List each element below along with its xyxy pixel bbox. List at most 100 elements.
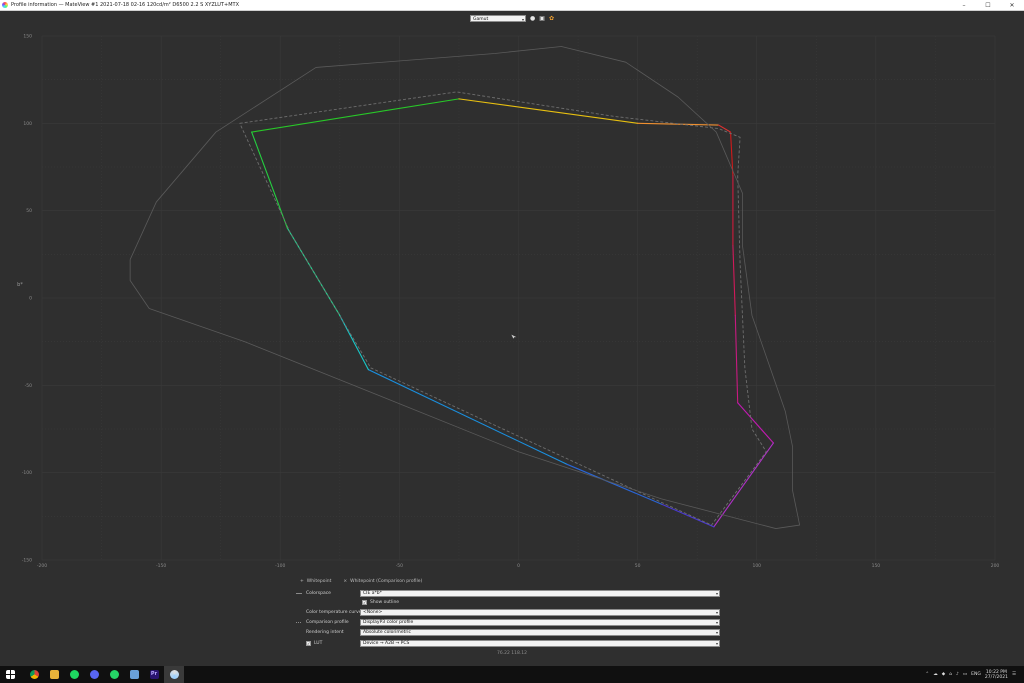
clock-date: 27/7/2021	[984, 674, 1008, 680]
gamut-segment	[713, 442, 774, 528]
colorspace-row: Colorspace	[296, 590, 331, 597]
whitepoint-legend: + Whitepoint × Whitepoint (Comparison pr…	[300, 579, 422, 584]
show-outline-row: ✓ Show outline	[362, 599, 399, 606]
color-temp-select[interactable]: <None> ▾	[360, 609, 720, 616]
start-button[interactable]	[0, 666, 20, 683]
gamut-segment	[565, 463, 663, 505]
maximize-button[interactable]: ☐	[976, 0, 1000, 10]
chevron-up-icon[interactable]: ⌃	[925, 672, 929, 677]
notifications-icon[interactable]: ☰	[1012, 672, 1016, 677]
language-indicator[interactable]: ENG	[971, 672, 981, 677]
color-temp-value: <None>	[363, 610, 383, 615]
toolbar: Gamut ▾ ● ▣ ✿	[0, 10, 1024, 26]
volume-icon[interactable]: ♪	[956, 672, 959, 677]
chevron-down-icon: ▾	[715, 591, 718, 596]
network-icon[interactable]: ⌂	[949, 672, 952, 677]
options-icon[interactable]: ✿	[549, 15, 554, 22]
battery-icon[interactable]: ▭	[963, 672, 967, 677]
lut-select[interactable]: Device → A2B → PCS ▾	[360, 640, 720, 647]
comparison-gamut-outline	[239, 91, 767, 526]
lut-checkbox[interactable]: ✓	[306, 641, 311, 646]
x-tick-label: 0	[517, 563, 520, 569]
save-image-icon[interactable]: ▣	[539, 15, 545, 22]
rendering-row: Rendering intent	[296, 629, 344, 636]
minimize-button[interactable]: –	[952, 0, 976, 10]
gamut-segment	[732, 245, 736, 317]
gamut-segment	[737, 402, 774, 444]
chevron-down-icon: ▾	[715, 610, 718, 615]
plot-type-select[interactable]: Gamut ▾	[470, 14, 527, 22]
plot-curves	[129, 46, 801, 529]
taskbar-explorer[interactable]	[44, 666, 64, 683]
app-icon	[2, 2, 8, 8]
clock[interactable]: 10:22 PM 27/7/2021	[985, 670, 1008, 680]
y-tick-label: -50	[25, 383, 32, 389]
chevron-down-icon: ▾	[522, 16, 525, 22]
gamut-segment	[660, 503, 715, 528]
window-title: Profile information — MateView #1 2021-0…	[11, 2, 239, 8]
file-explorer-icon	[49, 670, 59, 679]
plus-marker-icon: +	[300, 579, 304, 584]
displaycal-icon	[169, 670, 179, 679]
close-button[interactable]: ✕	[1000, 0, 1024, 10]
whitepoint-comparison-label: Whitepoint (Comparison profile)	[350, 579, 423, 584]
gamut-segment	[339, 314, 369, 371]
plot-type-value: Gamut	[473, 16, 489, 22]
y-tick-label: -100	[22, 470, 32, 476]
spotify-icon	[69, 670, 79, 679]
y-tick-label: 100	[23, 121, 32, 127]
y-tick-label: 50	[26, 208, 32, 214]
gamut-segment	[251, 131, 288, 229]
onedrive-icon[interactable]: ☁	[933, 672, 938, 677]
chevron-down-icon: ▾	[715, 630, 718, 635]
rendering-value: Absolute colorimetric	[363, 630, 411, 635]
clock-time: 10:22 PM	[985, 669, 1007, 675]
taskbar-notepad[interactable]	[124, 666, 144, 683]
taskbar-premiere[interactable]: Pr	[144, 666, 164, 683]
window-controls: – ☐ ✕	[952, 0, 1024, 10]
taskbar-spotify[interactable]	[64, 666, 84, 683]
x-tick-label: 200	[991, 563, 1000, 569]
system-tray: ⌃ ☁ ◆ ⌂ ♪ ▭ ENG 10:22 PM 27/7/2021 ☰	[925, 666, 1024, 683]
mouse-cursor-icon	[511, 334, 517, 339]
lut-row: ✓ LUT	[306, 640, 322, 647]
cross-marker-icon: ×	[343, 579, 348, 584]
taskbar-displaycal[interactable]	[164, 666, 184, 683]
comparison-label: Comparison profile	[306, 620, 349, 625]
x-tick-label: 150	[872, 563, 881, 569]
x-tick-label: 50	[635, 563, 641, 569]
taskbar-discord[interactable]	[84, 666, 104, 683]
taskbar-whatsapp[interactable]	[104, 666, 124, 683]
x-tick-label: -150	[156, 563, 166, 569]
colorspace-label: Colorspace	[306, 591, 331, 596]
discord-icon	[89, 670, 99, 679]
plot-ticks: -200 -150 -100 -50 0 50 100 150 200 150 100 50 0 -50 -…	[22, 34, 1000, 570]
colorspace-select[interactable]: CIE a*b* ▾	[360, 590, 720, 597]
show-outline-checkbox[interactable]: ✓	[362, 600, 367, 605]
lut-label: LUT	[314, 641, 323, 646]
rendering-intent-select[interactable]: Absolute colorimetric ▾	[360, 629, 720, 636]
comparison-profile-select[interactable]: DisplayP3 color profile ▾	[360, 619, 720, 626]
cursor-coordinates: 76.22 118.12	[496, 651, 528, 656]
premiere-icon: Pr	[149, 670, 159, 679]
plot-grid	[41, 35, 996, 561]
gamut-segment	[734, 314, 739, 404]
x-tick-label: -200	[37, 563, 47, 569]
whitepoint-comparison-legend-item: × Whitepoint (Comparison profile)	[343, 579, 422, 584]
comparison-value: DisplayP3 color profile	[363, 620, 414, 625]
x-tick-label: -50	[396, 563, 403, 569]
dash-marker	[296, 593, 302, 594]
y-tick-label: 0	[29, 296, 32, 302]
gamut-segment	[251, 98, 460, 133]
chrome-icon	[29, 670, 39, 679]
rendering-label: Rendering intent	[306, 630, 344, 635]
gamut-segment	[458, 98, 639, 124]
taskbar-chrome[interactable]	[24, 666, 44, 683]
y-tick-label: -150	[22, 558, 32, 564]
dropbox-icon[interactable]: ◆	[942, 672, 945, 677]
whitepoint-legend-item: + Whitepoint	[300, 579, 331, 584]
gamut-segment	[367, 369, 567, 465]
lut-value: Device → A2B → PCS	[363, 641, 410, 646]
spectral-locus-outline	[129, 46, 801, 529]
help-icon[interactable]: ●	[530, 15, 535, 22]
